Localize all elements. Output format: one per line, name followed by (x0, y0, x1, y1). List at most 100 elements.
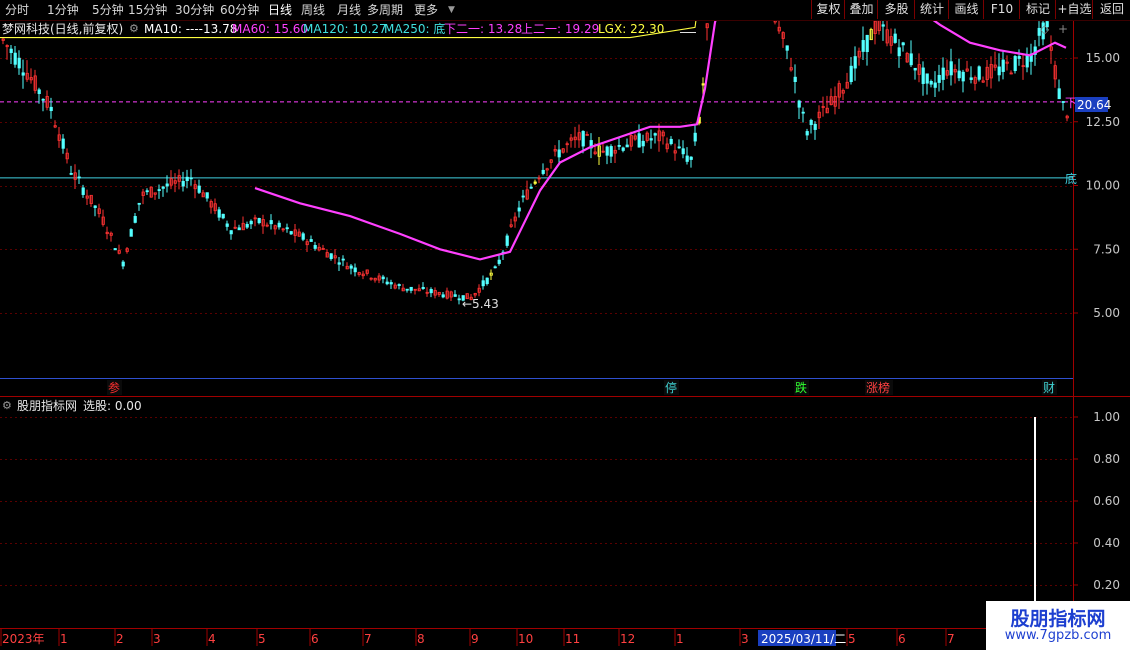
time-label-14: 3 (741, 632, 749, 646)
candle-body (997, 66, 1001, 76)
toolbar: 分时 1分钟 5分钟 15分钟 30分钟 60分钟 日线 周线 月线 多周期 更多 ▼ 复权 叠加 多股 统计… (0, 0, 1130, 21)
stock-title[interactable]: 梦网科技(日线,前复权) (2, 21, 123, 37)
ma120-label: MA120: 10.27 (303, 22, 387, 36)
candle-body (1013, 56, 1017, 71)
event-marker-0[interactable]: 参 (108, 380, 120, 395)
diamond-icon[interactable]: ◇ (1040, 21, 1049, 37)
candle-body (61, 138, 65, 149)
time-label-16: 5 (848, 632, 856, 646)
candle-body (181, 180, 185, 187)
candle-body (625, 144, 629, 148)
candle-body (129, 229, 133, 237)
period-tab-0[interactable]: 分时 (5, 1, 29, 19)
toolbar-button-0[interactable]: 复权 (811, 0, 845, 19)
candle-body (93, 205, 97, 209)
candle-body (1025, 53, 1029, 68)
toolbar-button-3[interactable]: 统计 (914, 0, 949, 19)
candle-body (457, 298, 461, 301)
period-tab-2[interactable]: 5分钟 (92, 1, 124, 19)
candle-body (533, 181, 537, 184)
candle-body (485, 277, 489, 285)
candle-body (441, 294, 445, 298)
period-tab-4[interactable]: 30分钟 (175, 1, 214, 19)
toolbar-button-6[interactable]: 标记 (1019, 0, 1056, 19)
ma60-label: MA60: 15.60 (232, 22, 309, 36)
candle-body (137, 202, 141, 205)
candle-body (121, 261, 125, 267)
period-tab-7[interactable]: 周线 (301, 1, 325, 19)
settings-gear-icon[interactable]: ⚙ (129, 21, 139, 37)
candle-body (529, 186, 533, 189)
toolbar-button-1[interactable]: 叠加 (844, 0, 878, 19)
period-tab-1[interactable]: 1分钟 (47, 1, 79, 19)
candle-body (301, 233, 305, 240)
candle-body (961, 71, 965, 82)
candle-body (37, 89, 41, 95)
candle-body (289, 231, 293, 235)
period-tab-5[interactable]: 60分钟 (220, 1, 259, 19)
candle-body (517, 207, 521, 212)
watermark-title: 股朋指标网 (1010, 608, 1106, 630)
time-label-0: 2023年 (2, 632, 45, 646)
sub-tick-label: 0.20 (1093, 578, 1120, 592)
time-label-13: 1 (676, 632, 684, 646)
event-markers: 参 停 跌 涨榜 财 (107, 380, 1057, 395)
stock-chart[interactable]: 顶上中下底 25.0022.5020.0017.5015.0012.5010.0… (0, 0, 1130, 650)
toolbar-button-8[interactable]: 返回 (1092, 0, 1130, 19)
period-tab-8[interactable]: 月线 (337, 1, 361, 19)
sub-tick-label: 1.00 (1093, 410, 1120, 424)
indicator-title[interactable]: 股朋指标网 (17, 398, 77, 414)
period-tab-6[interactable]: 日线 (268, 1, 292, 19)
candle-body (621, 147, 625, 151)
event-marker-3[interactable]: 涨榜 (866, 380, 890, 395)
up21-label: 上二一: 19.29 (521, 22, 600, 36)
period-tab-3[interactable]: 15分钟 (128, 1, 167, 19)
candle-body (453, 294, 457, 297)
candle-body (229, 230, 233, 235)
candle-body (497, 259, 501, 264)
more-dropdown-icon[interactable]: ▼ (448, 1, 455, 19)
candle-body (157, 189, 161, 191)
candle-body (17, 57, 21, 69)
candlesticks (1, 0, 1069, 305)
candle-body (933, 82, 937, 88)
candle-body (245, 223, 249, 228)
low-price-label: ←5.43 (462, 297, 499, 311)
y-tick-label: 10.00 (1086, 179, 1120, 193)
candle-body (853, 56, 857, 69)
current-price-label: 20.64 (1077, 98, 1111, 112)
candle-body (205, 192, 209, 199)
candle-body (197, 185, 201, 193)
candle-body (9, 48, 13, 53)
event-marker-1[interactable]: 停 (665, 380, 677, 395)
toolbar-button-5[interactable]: F10 (983, 0, 1020, 19)
candle-body (77, 176, 81, 179)
time-label-5: 5 (258, 632, 266, 646)
period-tab-10[interactable]: 更多 (414, 1, 438, 19)
candle-body (605, 146, 609, 156)
level-label-bottom: 底 (1065, 171, 1077, 186)
toolbar-button-7[interactable]: +自选 (1055, 0, 1093, 19)
ma10-label: MA10: ----13.78 (144, 22, 238, 36)
period-tab-9[interactable]: 多周期 (367, 1, 403, 19)
lgx-label: LGX: 22.30 (598, 22, 665, 36)
toolbar-button-4[interactable]: 画线 (948, 0, 984, 19)
event-marker-4[interactable]: 财 (1043, 381, 1055, 395)
candle-body (681, 148, 685, 155)
add-icon[interactable]: + (1058, 21, 1068, 37)
sub-tick-label: 0.40 (1093, 536, 1120, 550)
candle-body (269, 220, 273, 225)
candle-body (1061, 101, 1065, 103)
candle-body (429, 288, 433, 294)
toolbar-button-2[interactable]: 多股 (877, 0, 915, 19)
candle-body (405, 288, 409, 291)
time-label-6: 6 (311, 632, 319, 646)
candle-body (389, 282, 393, 285)
candle-body (493, 266, 497, 269)
event-marker-2[interactable]: 跌 (795, 380, 807, 395)
indicator-gear-icon[interactable]: ⚙ (2, 398, 12, 414)
candle-body (353, 267, 357, 273)
candle-body (237, 227, 241, 231)
candle-body (397, 284, 401, 286)
candle-body (801, 111, 805, 114)
